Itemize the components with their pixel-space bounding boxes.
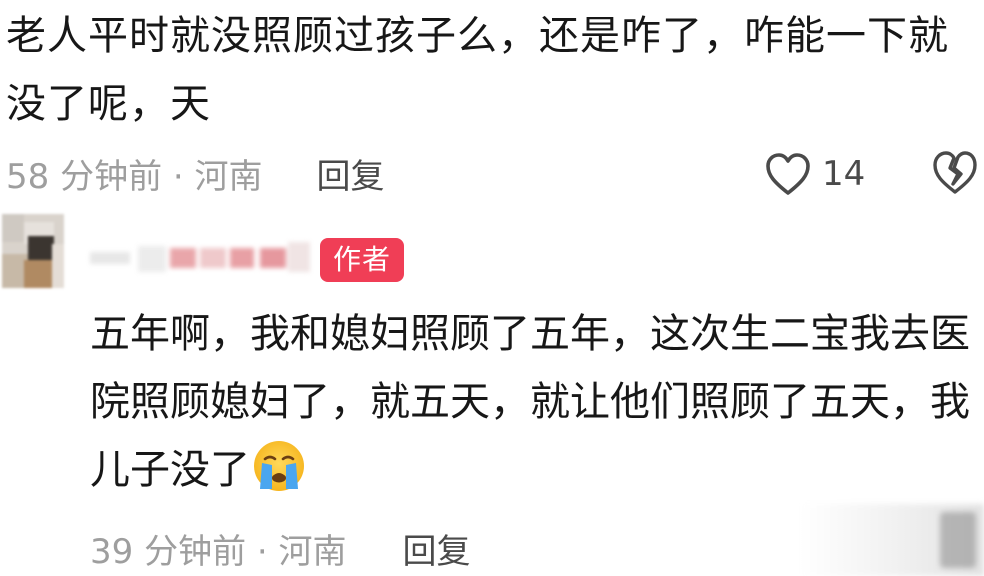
- comment-2-body: 五年啊，我和媳妇照顾了五年，这次生二宝我去医院照顾媳妇了，就五天，就让他们照顾了…: [90, 311, 970, 493]
- comment-2-dislike-icon: [940, 512, 976, 568]
- comment-2-like-area-blurred[interactable]: [800, 504, 984, 576]
- comment-2-reply-button[interactable]: 回复: [403, 524, 471, 573]
- broken-heart-icon: [933, 151, 977, 194]
- heart-outline-icon: [766, 153, 810, 195]
- comment-2-text: 五年啊，我和媳妇照顾了五年，这次生二宝我去医院照顾媳妇了，就五天，就让他们照顾了…: [90, 300, 978, 504]
- crying-face-emoji: [254, 441, 304, 491]
- username[interactable]: [88, 236, 314, 280]
- comment-1-meta: 58 分钟前 · 河南 回复: [6, 148, 385, 198]
- comment-1-like-count: 14: [822, 154, 866, 194]
- comment-1-dislike-button[interactable]: [932, 148, 978, 198]
- author-badge: 作者: [320, 238, 404, 282]
- comment-2-meta: 39 分钟前 · 河南 回复: [90, 524, 471, 572]
- comment-1-reply-button[interactable]: 回复: [317, 149, 385, 198]
- comment-1-text: 老人平时就没照顾过孩子么，还是咋了，咋能一下就没了呢，天: [6, 13, 949, 127]
- comment-2-time-location: 39 分钟前 · 河南: [90, 531, 347, 572]
- comment-1-like-button[interactable]: 14: [764, 148, 865, 200]
- avatar[interactable]: [2, 214, 64, 288]
- comment-1-time-location: 58 分钟前 · 河南: [6, 156, 263, 197]
